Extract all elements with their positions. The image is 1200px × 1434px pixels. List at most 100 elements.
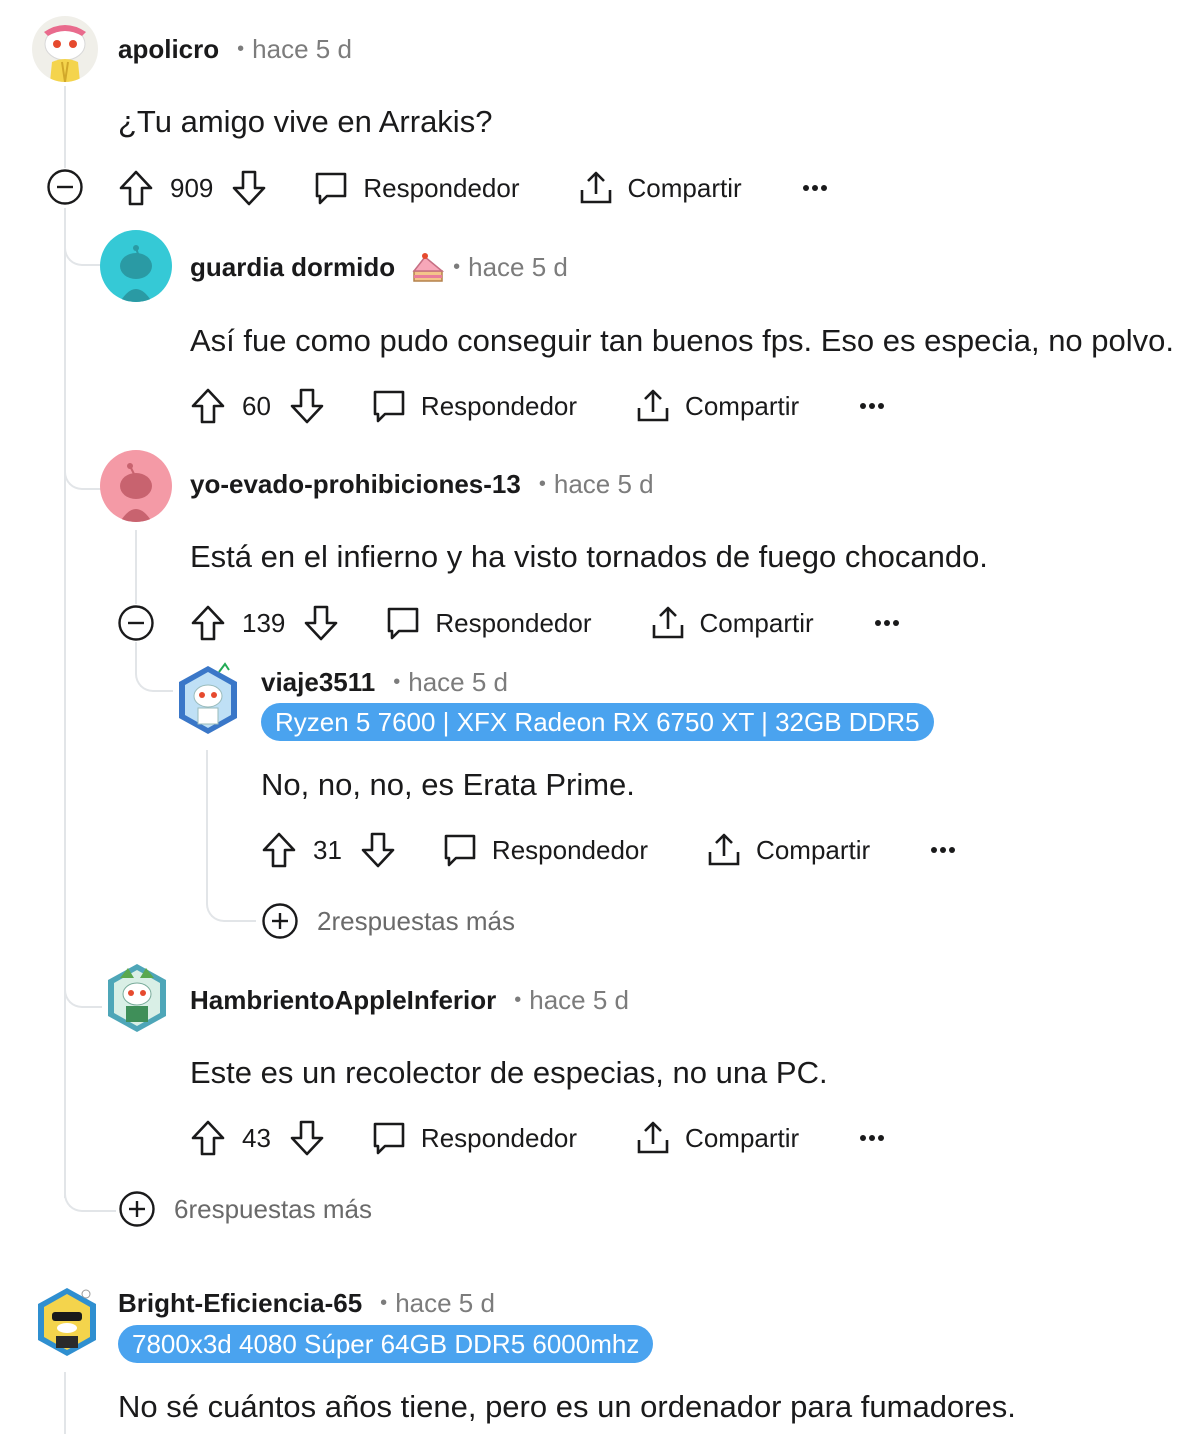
upvote-arrow-icon [119,170,153,206]
avatar[interactable] [34,1284,100,1360]
thread-line-level3 [206,750,208,880]
share-button[interactable]: Compartir [578,170,742,206]
downvote-arrow-icon [290,388,324,424]
thread-connector [206,880,256,922]
ellipsis-icon [931,847,956,853]
comment-actions: 43 Respondedor Compartir [190,1116,885,1160]
comment-body: ¿Tu amigo vive en Arrakis? [118,104,493,139]
upvote-button[interactable] [190,387,226,425]
username[interactable]: apolicro [118,34,219,65]
comment-bubble-icon [316,172,347,205]
separator-dot: • [380,1292,388,1314]
more-options-button[interactable] [859,402,885,410]
upvote-button[interactable] [261,831,297,869]
username[interactable]: HambrientoAppleInferior [190,985,496,1016]
vote-count: 31 [313,834,342,865]
upvote-button[interactable] [118,169,154,207]
comment-actions: 60 Respondedor Compartir [190,384,885,428]
downvote-button[interactable] [360,831,396,869]
username[interactable]: guardia dormido [190,252,395,283]
comment-body: Así fue como pudo conseguir tan buenos f… [190,323,1175,358]
reply-button[interactable]: Respondedor [371,1120,577,1156]
reply-button[interactable]: Respondedor [313,170,520,206]
downvote-button[interactable] [289,1119,325,1157]
timestamp[interactable]: hace 5 d [468,252,568,283]
share-upload-icon [637,1121,669,1154]
plus-circle-icon [119,1191,155,1227]
comment-actions: 909 Respondedor Compartir [118,166,828,210]
downvote-button[interactable] [303,604,339,642]
username[interactable]: viaje3511 [261,667,375,698]
ellipsis-icon [860,403,885,409]
reply-button[interactable]: Respondedor [371,388,577,424]
thread-connector [64,444,102,490]
avatar[interactable] [100,450,172,522]
timestamp[interactable]: hace 5 d [408,667,508,698]
more-replies-button[interactable]: 6respuestas más [118,1190,372,1228]
separator-dot: • [514,989,522,1011]
ellipsis-icon [802,185,827,191]
collapse-thread-button[interactable] [46,168,84,211]
more-options-button[interactable] [930,846,956,854]
comment-body: No, no, no, es Erata Prime. [261,767,635,802]
user-flair: 7800x3d 4080 Súper 64GB DDR5 6000mhz [118,1325,654,1363]
separator-dot: • [538,473,546,495]
upvote-arrow-icon [262,832,296,868]
vote-count: 139 [242,607,286,638]
vote-count: 43 [242,1122,271,1153]
more-options-button[interactable] [802,184,828,192]
plus-circle-icon [262,903,298,939]
ellipsis-icon [874,620,899,626]
upvote-button[interactable] [190,1119,226,1157]
timestamp[interactable]: hace 5 d [395,1288,495,1319]
share-upload-icon [580,171,611,204]
username[interactable]: Bright-Eficiencia-65 [118,1288,362,1319]
avatar[interactable] [175,662,241,738]
more-options-button[interactable] [859,1134,885,1142]
avatar[interactable] [100,230,172,302]
comment-actions: 31 Respondedor Compartir [261,828,956,872]
thread-line-root [64,208,66,1198]
timestamp[interactable]: hace 5 d [554,469,654,500]
separator-dot: • [453,255,461,278]
share-button[interactable]: Compartir [635,388,799,424]
upvote-arrow-icon [191,388,225,424]
avatar[interactable] [104,960,170,1036]
thread-line-level2 [135,530,137,604]
comment-body: Está en el infierno y ha visto tornados … [190,539,988,574]
comment-actions: 139 Respondedor Compartir [190,601,900,645]
upvote-arrow-icon [191,1120,225,1156]
thread-connector [64,228,102,266]
thread-connector [64,962,102,1008]
upvote-arrow-icon [191,605,225,641]
more-replies-label: 2respuestas más [317,905,515,936]
downvote-arrow-icon [305,605,338,641]
thread-connector [135,652,173,692]
username[interactable]: yo-evado-prohibiciones-13 [190,469,521,500]
user-flair: Ryzen 5 7600 | XFX Radeon RX 6750 XT | 3… [261,703,934,741]
comment-bubble-icon [388,607,419,640]
timestamp[interactable]: hace 5 d [252,34,352,65]
reply-button[interactable]: Respondedor [385,605,592,641]
more-options-button[interactable] [874,619,900,627]
downvote-arrow-icon [290,1120,324,1156]
share-button[interactable]: Compartir [635,1120,799,1156]
more-replies-button[interactable]: 2respuestas más [261,902,515,940]
share-upload-icon [637,389,669,422]
comment-bubble-icon [373,390,405,423]
collapse-thread-button[interactable] [117,604,155,647]
comment-body: Este es un recolector de especias, no un… [190,1055,828,1090]
share-button[interactable]: Compartir [706,832,870,868]
upvote-button[interactable] [190,604,226,642]
timestamp[interactable]: hace 5 d [529,985,629,1016]
thread-line-root [64,86,66,168]
downvote-arrow-icon [233,170,266,206]
avatar[interactable] [32,16,98,82]
thread-line-root-2 [64,1372,66,1434]
reply-button[interactable]: Respondedor [442,832,648,868]
downvote-button[interactable] [289,387,325,425]
minus-circle-icon [47,169,83,205]
downvote-button[interactable] [231,169,267,207]
more-replies-label: 6respuestas más [174,1193,372,1224]
share-button[interactable]: Compartir [650,605,814,641]
